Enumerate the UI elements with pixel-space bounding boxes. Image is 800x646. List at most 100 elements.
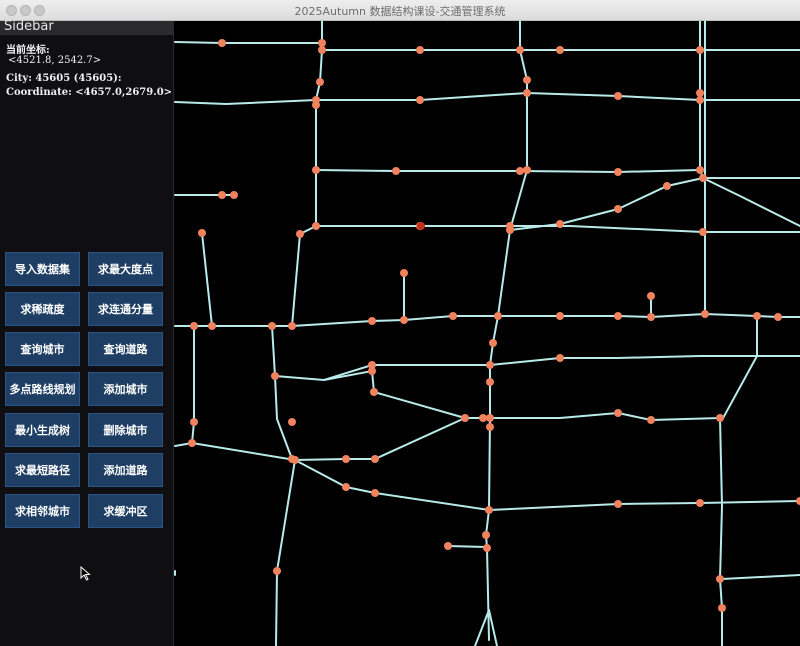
city-node[interactable] xyxy=(699,174,707,182)
city-node[interactable] xyxy=(368,367,376,375)
city-node[interactable] xyxy=(371,455,379,463)
city-node[interactable] xyxy=(556,220,564,228)
city-node[interactable] xyxy=(556,354,564,362)
query-city-button[interactable]: 查询城市 xyxy=(5,332,80,366)
road-line[interactable] xyxy=(465,355,758,422)
road-line[interactable] xyxy=(274,355,800,382)
city-node[interactable] xyxy=(696,46,704,54)
city-node[interactable] xyxy=(392,167,400,175)
city-node[interactable] xyxy=(696,499,704,507)
city-node[interactable] xyxy=(696,89,704,97)
city-node[interactable] xyxy=(342,455,350,463)
city-node[interactable] xyxy=(479,414,487,422)
min-spanning-tree-button[interactable]: 最小生成树 xyxy=(5,413,80,447)
road-line[interactable] xyxy=(294,459,800,512)
city-node[interactable] xyxy=(614,409,622,417)
city-node[interactable] xyxy=(614,500,622,508)
city-node[interactable] xyxy=(461,414,469,422)
query-road-button[interactable]: 查询道路 xyxy=(88,332,163,366)
sparsity-button[interactable]: 求稀疏度 xyxy=(5,292,80,326)
road-line[interactable] xyxy=(474,609,490,646)
adjacent-cities-button[interactable]: 求相邻城市 xyxy=(5,494,80,528)
add-road-button[interactable]: 添加道路 xyxy=(88,453,163,487)
city-node[interactable] xyxy=(482,531,490,539)
city-node[interactable] xyxy=(774,313,782,321)
city-node[interactable] xyxy=(288,455,296,463)
city-node[interactable] xyxy=(218,39,226,47)
city-node[interactable] xyxy=(716,414,724,422)
city-node[interactable] xyxy=(198,229,206,237)
city-node[interactable] xyxy=(523,166,531,174)
city-node[interactable] xyxy=(230,191,238,199)
city-node[interactable] xyxy=(400,316,408,324)
add-city-button[interactable]: 添加城市 xyxy=(88,372,163,406)
road-line[interactable] xyxy=(489,169,528,419)
city-node[interactable] xyxy=(271,372,279,380)
city-node[interactable] xyxy=(486,361,494,369)
buffer-zone-button[interactable]: 求缓冲区 xyxy=(88,494,163,528)
shortest-path-button[interactable]: 求最短路径 xyxy=(5,453,80,487)
city-node[interactable] xyxy=(188,439,196,447)
city-node[interactable] xyxy=(268,322,276,330)
city-node[interactable] xyxy=(718,604,726,612)
road-line[interactable] xyxy=(174,41,323,44)
road-line[interactable] xyxy=(509,177,704,231)
city-node[interactable] xyxy=(318,39,326,47)
import-dataset-button[interactable]: 导入数据集 xyxy=(5,252,80,286)
city-node[interactable] xyxy=(190,418,198,426)
max-degree-button[interactable]: 求最大度点 xyxy=(88,252,163,286)
city-node[interactable] xyxy=(716,575,724,583)
connected-components-button[interactable]: 求连通分量 xyxy=(88,292,163,326)
city-node[interactable] xyxy=(208,322,216,330)
city-node[interactable] xyxy=(494,312,502,320)
city-node[interactable] xyxy=(288,322,296,330)
city-node[interactable] xyxy=(371,489,379,497)
road-network-map[interactable] xyxy=(174,21,800,646)
delete-city-button[interactable]: 删除城市 xyxy=(88,413,163,447)
city-node[interactable] xyxy=(701,310,709,318)
city-node[interactable] xyxy=(288,418,296,426)
city-node[interactable] xyxy=(753,312,761,320)
city-node[interactable] xyxy=(796,497,800,505)
city-node[interactable] xyxy=(190,322,198,330)
road-line[interactable] xyxy=(291,225,317,327)
city-node[interactable] xyxy=(296,230,304,238)
city-node[interactable] xyxy=(523,76,531,84)
road-line[interactable] xyxy=(275,459,296,646)
city-node[interactable] xyxy=(523,89,531,97)
city-node[interactable] xyxy=(370,388,378,396)
city-node[interactable] xyxy=(218,191,226,199)
city-node[interactable] xyxy=(449,312,457,320)
selected-city-node[interactable] xyxy=(417,222,425,230)
city-node[interactable] xyxy=(699,228,707,236)
city-node[interactable] xyxy=(316,78,324,86)
city-node[interactable] xyxy=(486,423,494,431)
road-line[interactable] xyxy=(174,91,800,106)
city-node[interactable] xyxy=(368,317,376,325)
city-node[interactable] xyxy=(516,46,524,54)
city-node[interactable] xyxy=(485,506,493,514)
city-node[interactable] xyxy=(444,542,452,550)
city-node[interactable] xyxy=(273,567,281,575)
city-node[interactable] xyxy=(663,182,671,190)
city-node[interactable] xyxy=(556,46,564,54)
road-line[interactable] xyxy=(702,177,800,227)
road-line[interactable] xyxy=(201,232,213,327)
city-node[interactable] xyxy=(516,167,524,175)
city-node[interactable] xyxy=(696,166,704,174)
road-line[interactable] xyxy=(315,169,701,174)
city-node[interactable] xyxy=(483,544,491,552)
city-node[interactable] xyxy=(696,96,704,104)
city-node[interactable] xyxy=(416,96,424,104)
city-node[interactable] xyxy=(614,205,622,213)
city-node[interactable] xyxy=(614,168,622,176)
road-line[interactable] xyxy=(323,369,466,419)
road-line[interactable] xyxy=(174,417,466,462)
road-line[interactable] xyxy=(721,574,800,580)
city-node[interactable] xyxy=(342,483,350,491)
city-node[interactable] xyxy=(416,46,424,54)
city-node[interactable] xyxy=(486,414,494,422)
city-node[interactable] xyxy=(556,312,564,320)
city-node[interactable] xyxy=(647,292,655,300)
road-line[interactable] xyxy=(488,609,498,646)
